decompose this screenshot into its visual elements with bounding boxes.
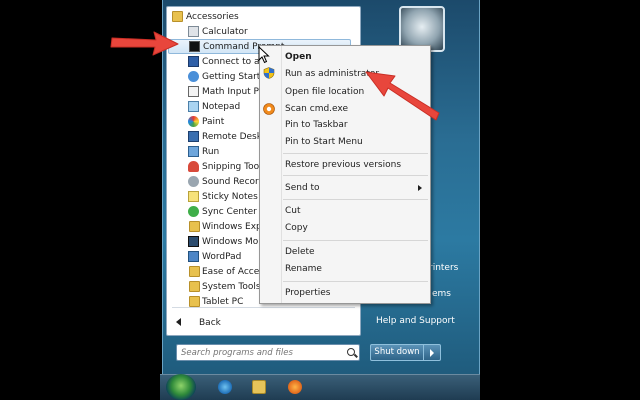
default-programs-link[interactable]: ems: [432, 289, 451, 299]
back-button[interactable]: Back: [166, 312, 361, 334]
back-divider: [172, 307, 355, 308]
menu-item-properties[interactable]: Properties: [285, 288, 330, 298]
menu-separator: [283, 175, 428, 176]
folder-icon: [172, 11, 183, 22]
menu-item-delete[interactable]: Delete: [285, 247, 315, 257]
menu-item-cut[interactable]: Cut: [285, 206, 301, 216]
antivirus-icon: [263, 103, 275, 115]
menu-item-restore-previous-versions[interactable]: Restore previous versions: [285, 160, 401, 170]
menu-separator: [283, 240, 428, 241]
sync-center-icon: [188, 206, 199, 217]
menu-item-pin-to-taskbar[interactable]: Pin to Taskbar: [285, 120, 348, 130]
folder-icon: [189, 281, 200, 292]
menu-item-send-to[interactable]: Send to: [285, 183, 320, 193]
mouse-cursor-icon: [258, 46, 270, 64]
program-item-accessories[interactable]: Accessories: [167, 9, 360, 24]
math-input-icon: [188, 86, 199, 97]
menu-item-pin-to-start-menu[interactable]: Pin to Start Menu: [285, 137, 363, 147]
menu-item-copy[interactable]: Copy: [285, 223, 308, 233]
menu-item-rename[interactable]: Rename: [285, 264, 322, 274]
sticky-notes-icon: [188, 191, 199, 202]
folder-icon: [189, 296, 200, 307]
snipping-tool-icon: [188, 161, 199, 172]
windows-explorer-icon: [189, 221, 200, 232]
shutdown-button[interactable]: Shut down: [370, 344, 424, 361]
context-menu-gutter: [281, 46, 282, 303]
sound-recorder-icon: [188, 176, 199, 187]
internet-explorer-icon[interactable]: [218, 380, 232, 394]
windows-orb-icon[interactable]: [166, 374, 196, 400]
help-and-support-link[interactable]: Help and Support: [376, 316, 455, 326]
calculator-icon: [188, 26, 199, 37]
taskbar: [160, 374, 480, 400]
menu-item-scan-cmd[interactable]: Scan cmd.exe: [285, 104, 348, 114]
search-box[interactable]: [176, 344, 360, 361]
menu-separator: [283, 281, 428, 282]
media-player-icon[interactable]: [288, 380, 302, 394]
search-icon[interactable]: [347, 348, 355, 356]
explorer-folder-icon[interactable]: [252, 380, 266, 394]
shutdown-options-button[interactable]: [424, 344, 441, 361]
red-arrow-icon: [110, 31, 179, 56]
uac-shield-icon: [263, 67, 275, 79]
program-item-calculator[interactable]: Calculator: [167, 24, 360, 39]
back-arrow-icon: [176, 318, 181, 326]
cmd-icon: [189, 41, 200, 52]
submenu-arrow-icon: [418, 185, 422, 191]
projector-icon: [188, 56, 199, 67]
menu-item-open[interactable]: Open: [285, 52, 312, 62]
getting-started-icon: [188, 71, 199, 82]
wordpad-icon: [188, 251, 199, 262]
run-icon: [188, 146, 199, 157]
devices-and-printers-link[interactable]: rinters: [429, 263, 458, 273]
paint-icon: [188, 116, 199, 127]
menu-separator: [283, 199, 428, 200]
menu-separator: [283, 153, 428, 154]
folder-icon: [189, 266, 200, 277]
remote-desktop-icon: [188, 131, 199, 142]
windows-mobility-icon: [188, 236, 199, 247]
notepad-icon: [188, 101, 199, 112]
search-input[interactable]: [181, 346, 341, 359]
menu-item-open-file-location[interactable]: Open file location: [285, 87, 364, 97]
red-arrow-icon: [365, 71, 440, 121]
